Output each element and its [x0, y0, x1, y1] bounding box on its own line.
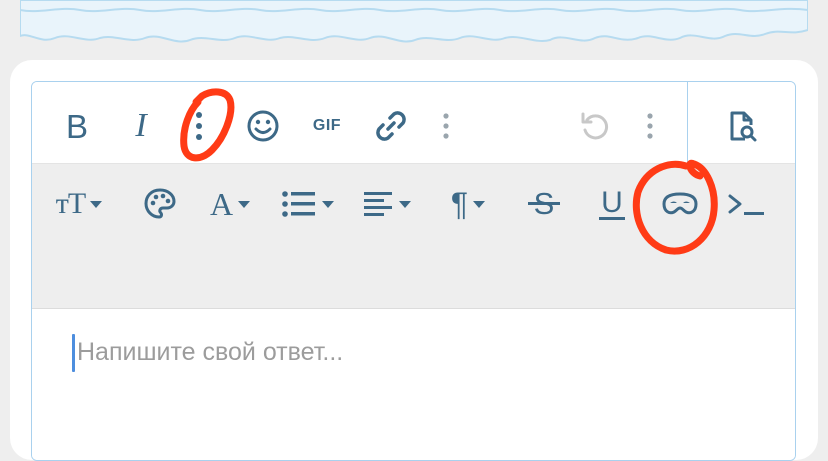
- chevron-down-icon: [473, 200, 486, 208]
- spoiler-button[interactable]: [658, 186, 702, 222]
- more-history-button[interactable]: [638, 109, 662, 143]
- font-size-icon: тТ: [55, 187, 86, 220]
- editor-placeholder: Напишите свой ответ...: [77, 338, 344, 366]
- chevron-down-icon: [321, 200, 334, 208]
- code-icon: [728, 194, 764, 215]
- toolbar-primary: B I GIF: [32, 82, 795, 164]
- toolbar-secondary: тТ A ¶ S U: [32, 164, 795, 309]
- reply-editor: B I GIF тТ A ¶ S U Напишите свой ответ..…: [31, 81, 796, 461]
- chevron-down-icon: [90, 200, 103, 208]
- preview-button[interactable]: [722, 108, 762, 144]
- more-options-button[interactable]: [184, 106, 214, 146]
- strikethrough-button[interactable]: S: [524, 186, 564, 222]
- palette-icon: [144, 188, 176, 219]
- text-cursor: [72, 334, 75, 372]
- paragraph-icon: ¶: [450, 185, 469, 222]
- text-color-button[interactable]: A: [200, 186, 260, 222]
- more-vertical-icon: [443, 113, 449, 139]
- more-insert-button[interactable]: [434, 109, 458, 143]
- gif-icon: GIF: [312, 117, 342, 134]
- bold-icon: B: [65, 107, 88, 145]
- editor-content[interactable]: Напишите свой ответ...: [32, 309, 795, 460]
- more-vertical-icon: [647, 113, 653, 139]
- paragraph-button[interactable]: ¶: [437, 186, 499, 222]
- smiley-icon: [247, 110, 279, 142]
- text-color-icon: A: [209, 185, 234, 222]
- align-left-icon: [363, 192, 392, 216]
- list-button[interactable]: [276, 186, 338, 222]
- code-button[interactable]: [722, 186, 770, 222]
- header-banner-decoration: [20, 0, 808, 52]
- underline-icon: U: [599, 185, 625, 220]
- insert-link-button[interactable]: [373, 108, 409, 144]
- chevron-down-icon: [398, 200, 411, 208]
- undo-icon: [581, 112, 609, 140]
- more-vertical-icon: [196, 112, 202, 140]
- gif-button[interactable]: GIF: [310, 110, 344, 142]
- toolbar-divider: [687, 82, 688, 164]
- color-palette-button[interactable]: [140, 186, 180, 222]
- spoiler-mask-icon: [662, 192, 698, 215]
- italic-button[interactable]: I: [124, 106, 158, 146]
- list-icon: [281, 191, 315, 217]
- emoji-button[interactable]: [245, 108, 281, 144]
- chevron-down-icon: [238, 200, 251, 208]
- underline-button[interactable]: U: [592, 186, 632, 222]
- italic-icon: I: [135, 107, 147, 144]
- strikethrough-icon: S: [527, 186, 561, 222]
- undo-button[interactable]: [577, 108, 613, 144]
- strike-line: [527, 202, 561, 205]
- font-size-button[interactable]: тТ: [47, 186, 111, 222]
- link-icon: [376, 111, 406, 141]
- align-button[interactable]: [355, 186, 417, 222]
- file-search-icon: [730, 111, 757, 142]
- bold-button[interactable]: B: [60, 106, 94, 146]
